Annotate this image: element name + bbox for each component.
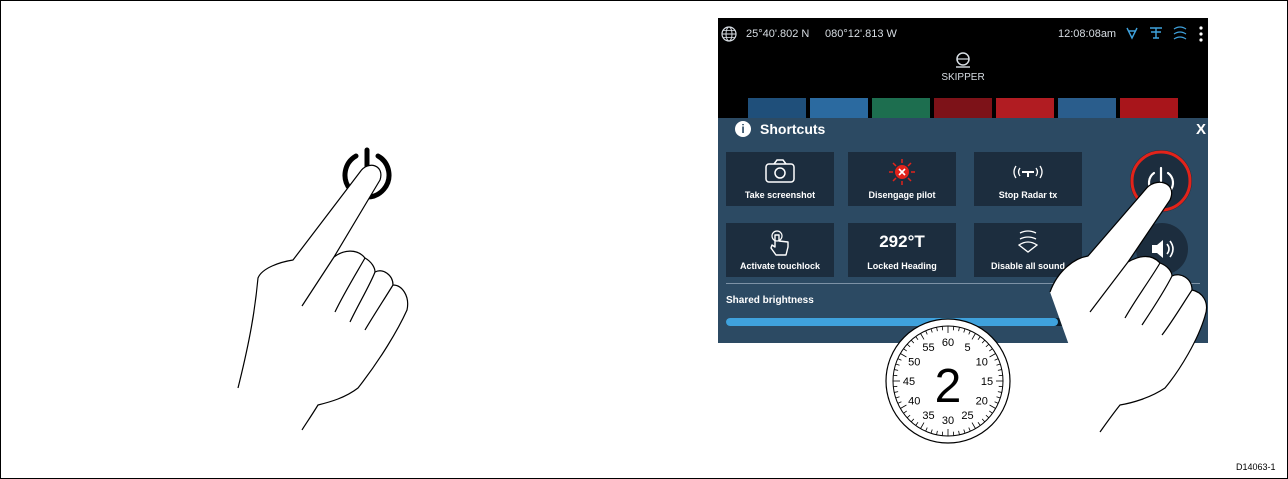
dial-label: 5 — [964, 342, 970, 354]
dial-label: 50 — [908, 357, 920, 369]
dial-label: 10 — [976, 357, 988, 369]
dial-label: 30 — [942, 415, 954, 427]
stopwatch-dial: 60 5 10 15 2025 30 3540 45 5055 2 — [885, 318, 1011, 444]
dial-label: 35 — [922, 410, 934, 422]
timer-value: 2 — [935, 360, 962, 413]
dial-label: 40 — [908, 396, 920, 408]
pressing-hand-right — [1049, 181, 1208, 433]
dial-label: 45 — [903, 376, 915, 388]
right-illustration: 60 5 10 15 2025 30 3540 45 5055 2 — [885, 181, 1208, 444]
dial-label: 20 — [976, 396, 988, 408]
figure-id: D14063-1 — [1236, 462, 1276, 472]
dial-label: 15 — [981, 376, 993, 388]
dial-label: 25 — [961, 410, 973, 422]
dial-label: 60 — [942, 337, 954, 349]
dial-label: 55 — [922, 342, 934, 354]
